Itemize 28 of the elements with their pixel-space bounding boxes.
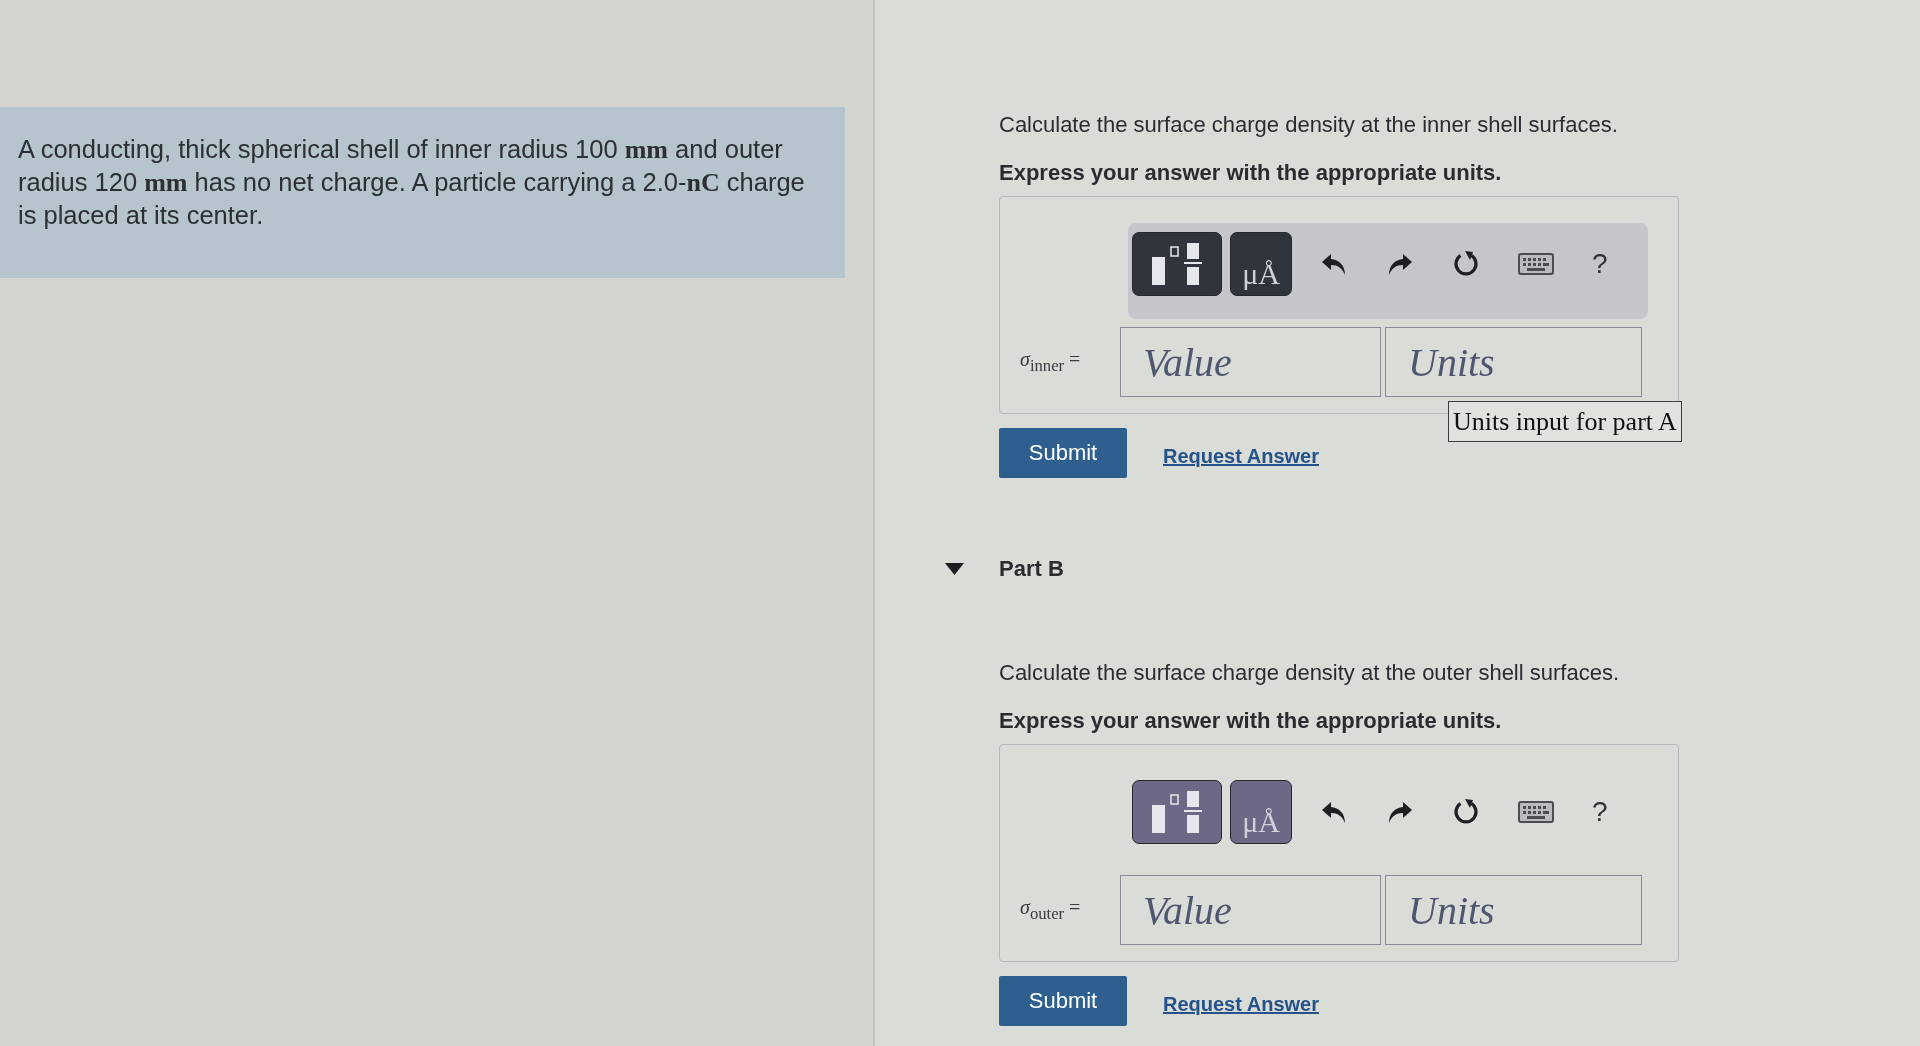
instruction-text: Express your answer with the appropriate units. (999, 708, 1503, 734)
value-field[interactable]: Value (1120, 327, 1381, 397)
problem-text: A conducting, thick spherical shell of inner radius 100 mm and outer radius 120 mm has no net charge. A particle carrying a 2.0-nC charge is placed at its center. (18, 134, 806, 231)
tooltip: Units input for part A (1448, 401, 1682, 442)
templates-button[interactable] (1132, 232, 1222, 296)
units-field[interactable]: Units (1385, 327, 1642, 397)
help-button[interactable]: ? (1592, 796, 1608, 828)
reset-icon[interactable] (1452, 798, 1480, 826)
part-title[interactable]: Part B (999, 556, 1064, 582)
submit-button[interactable]: Submit (999, 976, 1127, 1026)
units-button[interactable]: μÅ (1230, 780, 1292, 844)
help-button[interactable]: ? (1592, 248, 1608, 280)
caret-icon[interactable] (945, 563, 964, 575)
request-answer-link[interactable]: Request Answer (1163, 992, 1319, 1016)
units-field[interactable]: Units (1385, 875, 1642, 945)
question-text: Calculate the surface charge density at the outer shell surfaces. (999, 660, 1620, 686)
keyboard-icon[interactable] (1518, 253, 1554, 275)
variable-label: σ$_{inner}$ = (1020, 348, 1082, 376)
instruction-text: Express your answer with the appropriate units. (999, 160, 1503, 186)
submit-button[interactable]: Submit (999, 428, 1127, 478)
variable-label: σ$_{outer}$ = (1020, 896, 1082, 924)
value-field[interactable]: Value (1120, 875, 1381, 945)
reset-icon[interactable] (1452, 250, 1480, 278)
keyboard-icon[interactable] (1518, 801, 1554, 823)
question-text: Calculate the surface charge density at the inner shell surfaces. (999, 112, 1619, 138)
request-answer-link[interactable]: Request Answer (1163, 444, 1319, 468)
units-button[interactable]: μÅ (1230, 232, 1292, 296)
templates-button[interactable] (1132, 780, 1222, 844)
